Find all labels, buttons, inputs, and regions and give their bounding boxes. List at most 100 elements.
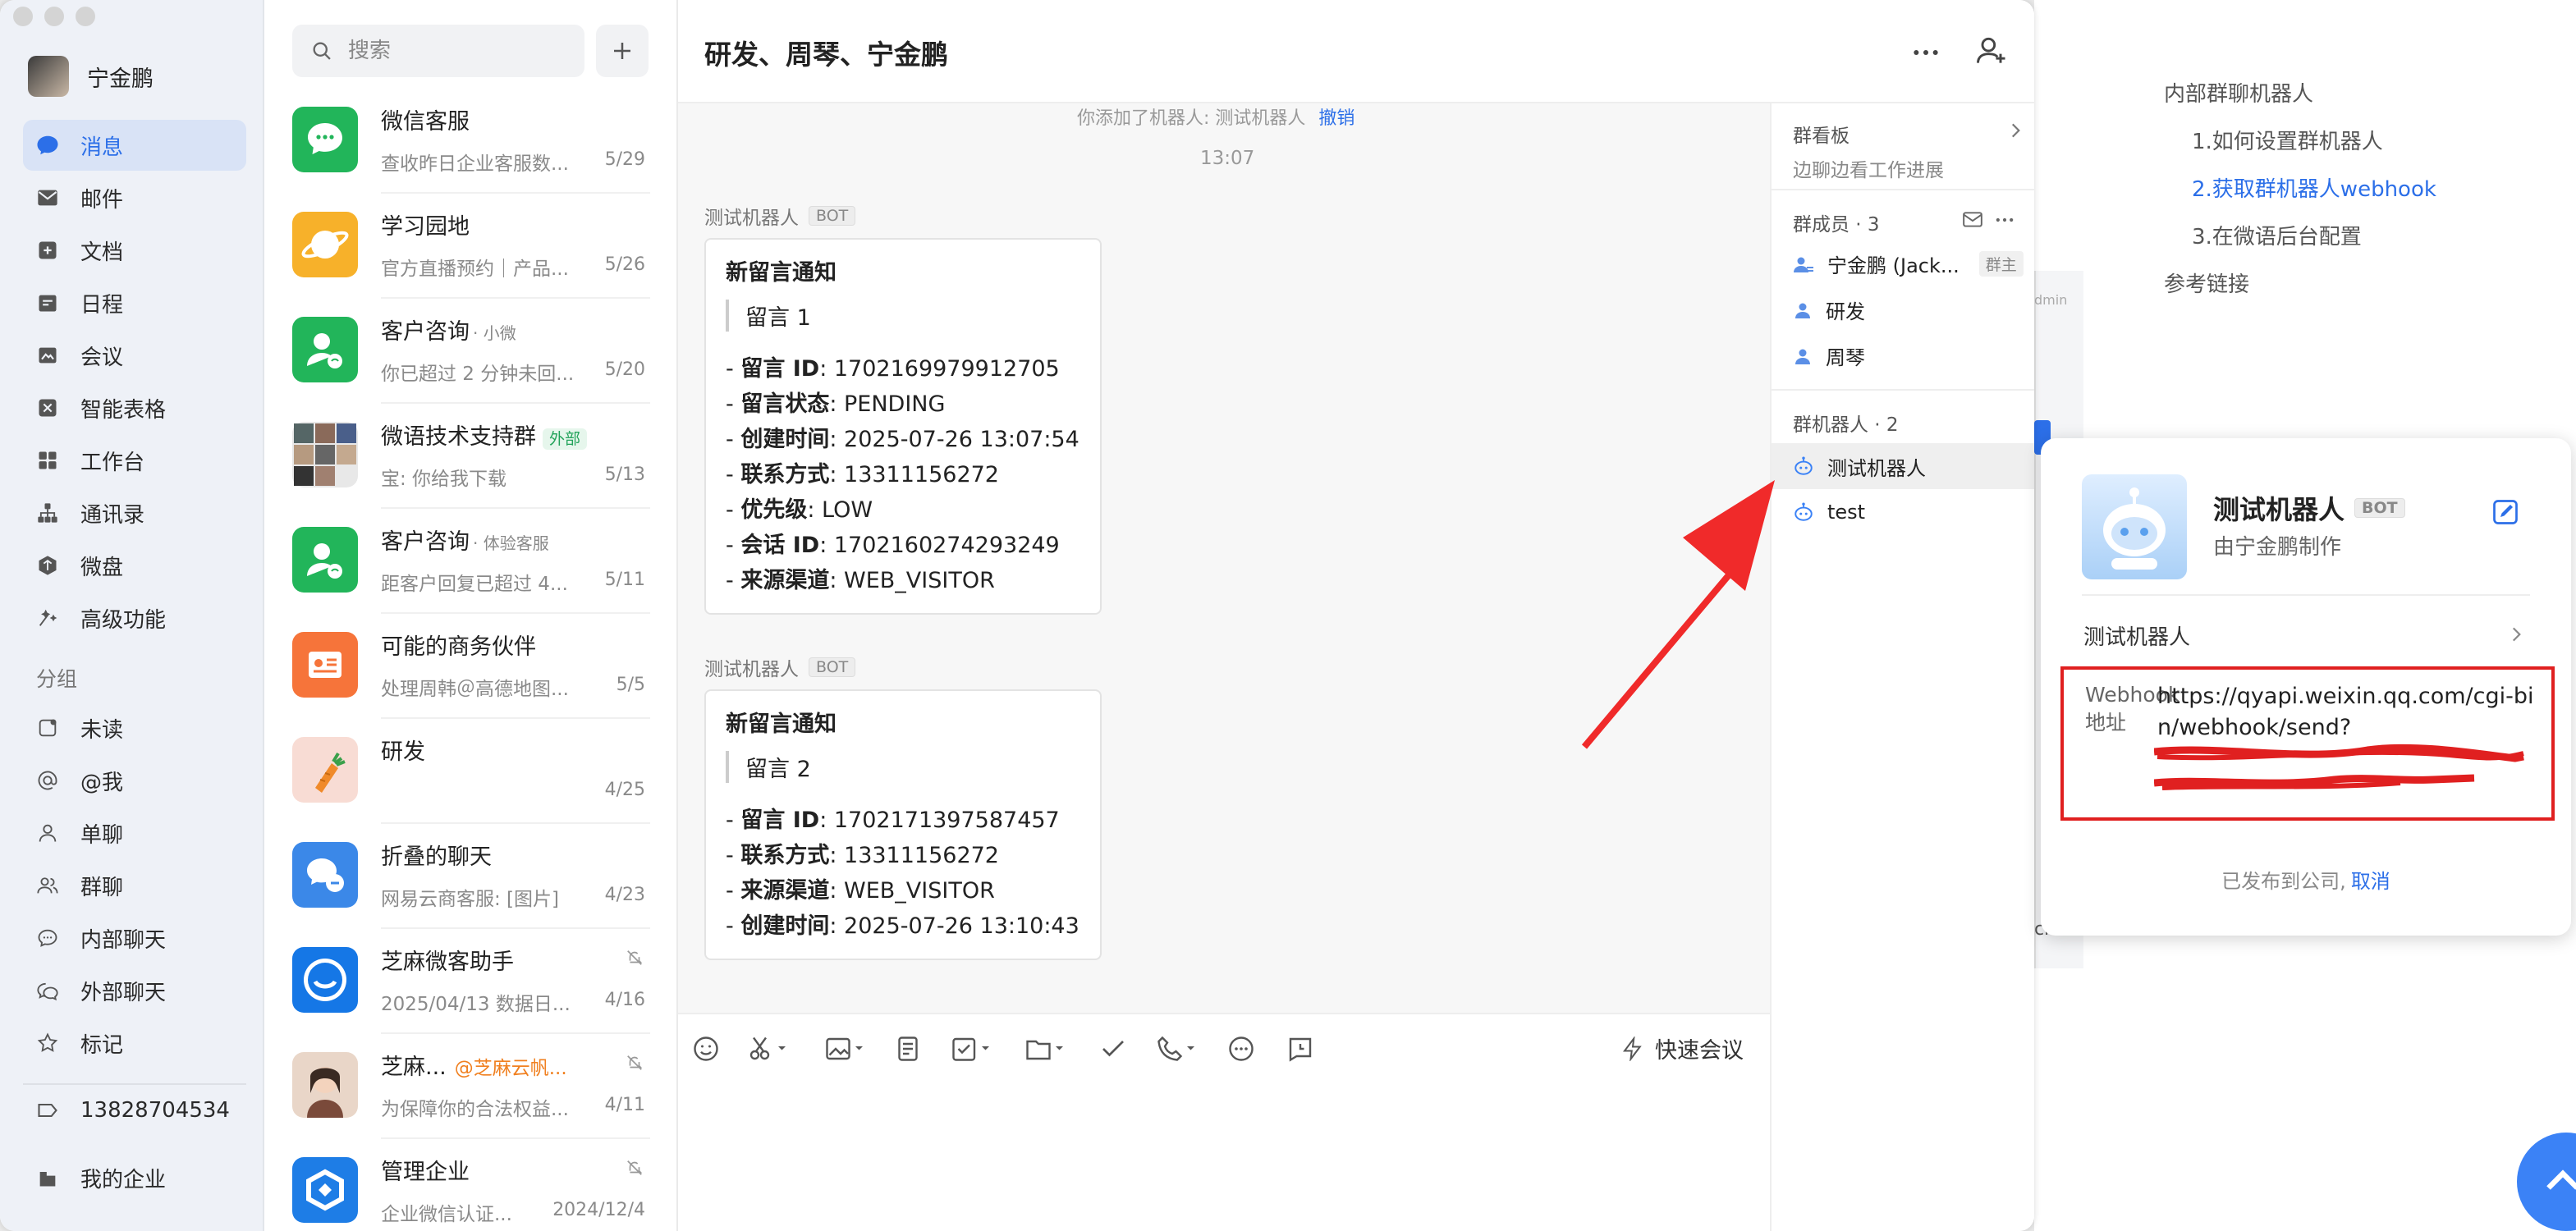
- chat-list-item[interactable]: 芝麻... @芝麻云帆... 为保障你的合法权益... 4/11: [292, 1034, 650, 1139]
- chat-list-item[interactable]: 微信客服 查收昨日企业客服数... 5/29: [292, 89, 650, 194]
- background-fragment-admin: dmin: [2034, 292, 2068, 308]
- image-icon[interactable]: [823, 1034, 869, 1064]
- chat-preview: 2025/04/13 数据日...: [381, 994, 571, 1015]
- sidebar-item-message[interactable]: 消息: [23, 120, 246, 171]
- more-icon[interactable]: [1993, 210, 2016, 230]
- toc-item[interactable]: 参考链接: [2164, 261, 2436, 309]
- member-item[interactable]: 研发: [1793, 295, 1865, 324]
- message-quote: 留言 2: [726, 751, 1080, 783]
- chat-title-line: 管理企业: [381, 1154, 470, 1186]
- robot-item[interactable]: 测试机器人: [1772, 443, 2034, 489]
- quick-meeting-button[interactable]: 快速会议: [1620, 1032, 1744, 1064]
- search-input[interactable]: [346, 38, 568, 64]
- todo-icon[interactable]: [949, 1034, 995, 1064]
- message-sender: 测试机器人 BOT: [704, 653, 856, 681]
- toc-item[interactable]: 3.在微语后台配置: [2164, 213, 2436, 261]
- robots-section-title: 群机器人 · 2: [1793, 409, 1899, 437]
- chat-title: 学习园地: [381, 214, 470, 240]
- sidebar-item-workbench[interactable]: 工作台: [23, 435, 246, 486]
- sidebar-item-contacts[interactable]: 通讯录: [23, 487, 246, 538]
- field-value: 13311156272: [844, 843, 999, 868]
- robot-item[interactable]: test: [1772, 489, 2034, 535]
- sidebar-item-mail[interactable]: 邮件: [23, 172, 246, 223]
- undo-link[interactable]: 撤销: [1318, 108, 1354, 129]
- chat-title-line: 客户咨询 · 体验客服: [381, 524, 549, 556]
- sidebar-item-my-company[interactable]: 我的企业: [23, 1152, 246, 1203]
- search-box[interactable]: [292, 25, 584, 77]
- message-bubble[interactable]: 新留言通知 留言 1 - 留言 ID: 1702169979912705 - 留言状态…: [704, 238, 1102, 615]
- field-value: LOW: [822, 497, 873, 523]
- sidebar-group-mention[interactable]: @我: [23, 755, 246, 806]
- chat-preview: 官方直播预约｜产品...: [381, 259, 569, 280]
- cancel-publish-link[interactable]: 取消: [2351, 870, 2390, 893]
- field-key: 来源渠道: [740, 568, 830, 593]
- chat-list-item[interactable]: 微语技术支持群 外部 宝: 你给我下载 5/13: [292, 404, 650, 509]
- edit-button[interactable]: [2491, 497, 2520, 527]
- sidebar-group-single-chat[interactable]: 单聊: [23, 808, 246, 858]
- chat-list-item[interactable]: 客户咨询 · 体验客服 距客户回复已超过 4... 5/11: [292, 509, 650, 614]
- mail-icon[interactable]: [1962, 210, 1983, 230]
- chat-title: 芝麻...: [381, 1055, 447, 1080]
- chat-list-item[interactable]: 可能的商务伙伴 处理周韩＠高德地图... 5/5: [292, 614, 650, 719]
- sidebar-item-doc[interactable]: 文档: [23, 225, 246, 276]
- message-field: - 来源渠道: WEB_VISITOR: [726, 568, 995, 593]
- sidebar-item-smart-table[interactable]: 智能表格: [23, 382, 246, 433]
- chat-list-item[interactable]: 管理企业 企业微信认证... 2024/12/4: [292, 1139, 650, 1231]
- sidebar-item-meeting[interactable]: 会议: [23, 330, 246, 381]
- chat-list-item[interactable]: 研发 4/25: [292, 719, 650, 824]
- note-icon[interactable]: [893, 1034, 923, 1064]
- emoji-icon[interactable]: [691, 1034, 721, 1064]
- member-item[interactable]: 周琴: [1793, 341, 1865, 370]
- folder-icon[interactable]: [1023, 1034, 1069, 1064]
- chat-list-item[interactable]: 客户咨询 · 小微 你已超过 2 分钟未回... 5/20: [292, 299, 650, 404]
- sidebar-item-calendar[interactable]: 日程: [23, 277, 246, 328]
- webhook-url[interactable]: https://qyapi.weixin.qq.com/cgi-bin/webh…: [2157, 681, 2543, 744]
- group-board[interactable]: 群看板 边聊边看工作进展: [1793, 120, 2020, 182]
- close-window-button[interactable]: [13, 7, 33, 26]
- scissors-icon[interactable]: [745, 1034, 791, 1064]
- chat-title-line: 客户咨询 · 小微: [381, 313, 516, 346]
- chat-avatar: [292, 632, 358, 698]
- zoom-window-button[interactable]: [76, 7, 95, 26]
- sidebar-item-label: 标记: [80, 1032, 124, 1058]
- sidebar-group-star[interactable]: 标记: [23, 1018, 246, 1069]
- chat-list-item[interactable]: 芝麻微客助手 2025/04/13 数据日... 4/16: [292, 929, 650, 1034]
- sidebar-group-group-chat[interactable]: 群聊: [23, 860, 246, 911]
- chat-list-item[interactable]: 折叠的聊天 网易云商客服: [图片] 4/23: [292, 824, 650, 929]
- sidebar-item-phone[interactable]: 13828704534: [23, 1085, 246, 1136]
- sidebar-group-external-chat[interactable]: 外部聊天: [23, 965, 246, 1016]
- more-button[interactable]: [1909, 36, 1942, 69]
- toc-item[interactable]: 2.获取群机器人webhook: [2164, 166, 2436, 213]
- robot-name-text: 测试机器人: [2213, 494, 2345, 525]
- robot-detail-row[interactable]: 测试机器人: [2083, 620, 2527, 651]
- chat-avatar: [292, 737, 358, 803]
- message-field: - 留言状态: PENDING: [726, 391, 946, 417]
- sidebar-item-advanced[interactable]: 高级功能: [23, 593, 246, 643]
- chat-list-item[interactable]: 学习园地 官方直播预约｜产品... 5/26: [292, 194, 650, 299]
- profile[interactable]: 宁金鹏: [28, 56, 154, 97]
- message-input[interactable]: [678, 1083, 1770, 1231]
- members-section-title: 群成员 · 3: [1793, 208, 1880, 236]
- sidebar-item-drive[interactable]: 微盘: [23, 540, 246, 591]
- more-circle-icon[interactable]: [1226, 1034, 1256, 1064]
- chat-avatar: [292, 1052, 358, 1118]
- phone-icon[interactable]: [1154, 1034, 1200, 1064]
- chat-title: 研发: [381, 739, 425, 765]
- sidebar-group-internal-chat[interactable]: 内部聊天: [23, 913, 246, 963]
- toc-item[interactable]: 1.如何设置群机器人: [2164, 118, 2436, 166]
- add-member-button[interactable]: [1973, 33, 2010, 69]
- minimize-window-button[interactable]: [44, 7, 64, 26]
- member-item[interactable]: 宁金鹏 (Jack... 群主: [1793, 249, 2024, 278]
- avatar[interactable]: [28, 56, 69, 97]
- chat-date: 5/11: [604, 570, 645, 590]
- publish-status: 已发布到公司, 取消: [2041, 865, 2571, 894]
- chat-avatar: [292, 107, 358, 172]
- chat-title-line: 芝麻微客助手: [381, 944, 514, 976]
- toc-item[interactable]: 内部群聊机器人: [2164, 71, 2436, 118]
- check-icon[interactable]: [1098, 1034, 1128, 1064]
- sidebar-group-unread[interactable]: 未读: [23, 702, 246, 753]
- add-button[interactable]: [596, 25, 649, 77]
- sender-name: 测试机器人: [704, 659, 799, 680]
- message-bubble[interactable]: 新留言通知 留言 2 - 留言 ID: 1702171397587457 - 联系方式…: [704, 689, 1102, 960]
- schedule-icon[interactable]: [1286, 1034, 1315, 1064]
